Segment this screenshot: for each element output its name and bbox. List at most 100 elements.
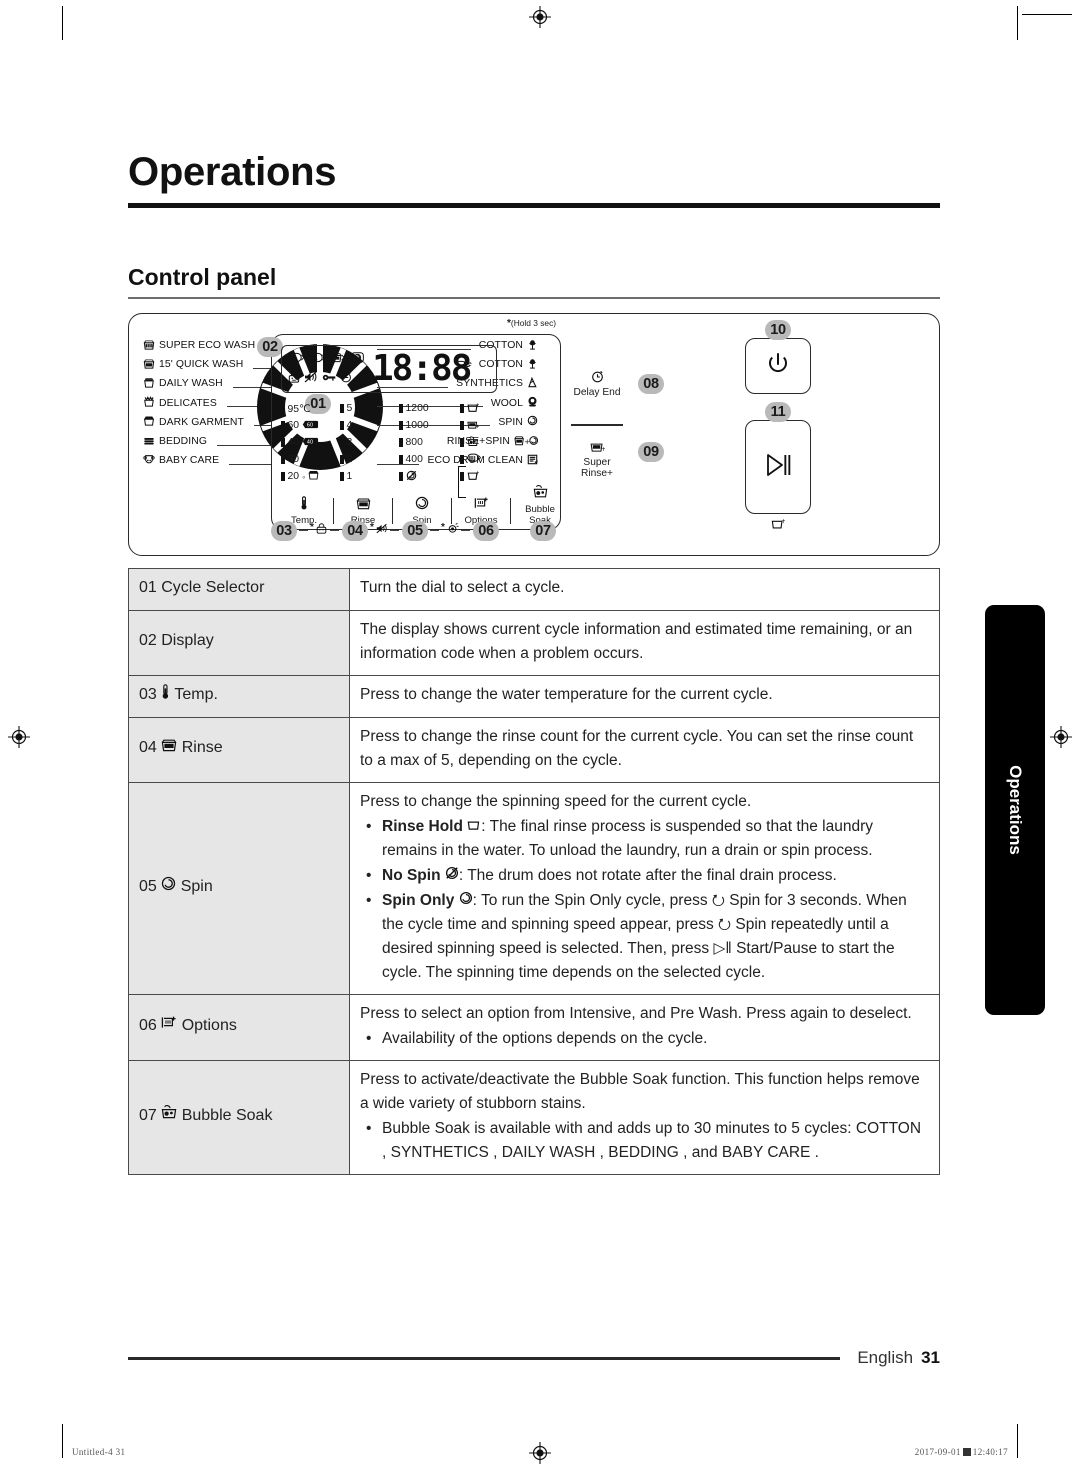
row-number: 05 [139,877,157,895]
table-row: 07 Bubble Soak Press to activate/deactiv… [128,1059,940,1175]
svg-text:+: + [475,423,479,429]
display-status-icons [288,350,364,388]
status-row: 20 ◦ [281,468,340,485]
spin-value: 400 [405,454,423,465]
status-row [460,434,519,451]
row-number: 01 [139,579,157,596]
crop-mark-tr-v [1017,6,1018,40]
list-item: No Spin : The drum does not rotate after… [360,864,929,888]
power-button[interactable] [745,338,811,394]
status-row: 1200 [399,400,460,417]
print-time: 12:40:17 [972,1447,1008,1457]
spin-icon [161,876,176,895]
indicator-bar [399,472,403,481]
rinse-column: 5 4 3 2 1 [340,400,399,485]
row-intro: Press to activate/deactivate the Bubble … [360,1070,920,1112]
bubble-soak-icon [513,485,567,503]
asterisk: * [441,522,445,533]
status-row: 1 [340,468,399,485]
callout-08: 08 [638,374,664,394]
row-intro: Press to change the water temperature fo… [360,685,773,703]
svg-text:60: 60 [307,422,313,428]
display-icon-row-bottom [288,370,364,388]
rinse-basket-icon [161,739,177,756]
row-desc-spin: Press to change the spinning speed for t… [349,781,940,995]
status-row: 1000 [399,417,460,434]
list-item: Availability of the options depends on t… [360,1027,929,1051]
child-lock-icon [288,370,300,388]
row-number: 04 [139,739,157,757]
manual-page: Operations Control panel SUPER ECO WASH … [0,0,1080,1476]
table-row: 06 Options Press to select an option fro… [128,993,940,1061]
status-row: 3 [340,434,399,451]
side-tab-label: Operations [1006,765,1025,855]
indicator-bar [281,404,285,413]
indicator-bar [340,472,344,481]
spin-value: 1000 [405,420,429,431]
callout-02: 02 [257,337,283,357]
bullet-term: Spin Only [382,891,455,909]
svg-text:40: 40 [307,439,313,445]
row-intro: Press to change the spinning speed for t… [360,792,752,810]
status-row: 30 [281,451,340,468]
svg-text:+: + [781,518,785,525]
row-intro: Press to select an option from Intensive… [360,1004,912,1022]
table-row: 04 Rinse Press to change the rinse count… [128,716,940,783]
thermometer-icon [161,684,170,703]
row-key-label: Bubble Soak [181,1106,273,1124]
registration-mark-right [1050,726,1072,748]
status-row: 95℃ [281,400,340,417]
status-row: 2 [340,451,399,468]
temp-value: 95℃ [287,403,311,415]
status-row [460,451,519,468]
display-digits: 18:88 [372,348,472,389]
rinse-hold-icon: + [467,402,480,416]
status-row: + [460,468,519,485]
hold-3-sec-note: *(Hold 3 sec) [507,318,556,329]
indicator-bar [460,421,464,430]
cycle-label-text: BEDDING [159,436,208,448]
title-underline [128,203,940,208]
start-pause-icon [763,452,793,483]
crop-mark-tl-v [62,6,63,40]
thermometer-icon [277,496,331,514]
callout-09: 09 [638,442,664,462]
options-icon [454,496,508,514]
indicator-bar [340,455,344,464]
options-column: + + + [460,400,519,485]
no-spin-icon [445,866,459,884]
spin-status-icon [351,350,364,368]
table-row: 01 Cycle Selector Turn the dial to selec… [128,568,940,611]
row-key-label: Display [161,632,214,650]
temp-value: 30 [287,454,300,465]
control-panel-diagram: SUPER ECO WASH 15' QUICK WASH DAILY WASH… [128,313,940,556]
callout-dash [299,530,308,532]
start-pause-button[interactable] [745,420,811,514]
row-number: 02 [139,632,157,650]
indicator-bar [281,472,285,481]
bubble-soak-button[interactable]: Bubble Soak [513,485,567,526]
spin-value: 800 [405,437,423,448]
cycle-label-text: BABY CARE [159,455,220,467]
indicator-bar [281,438,285,447]
display-icon-row-top [288,350,364,368]
key-lock-icon [322,370,336,388]
indicator-bar [399,404,403,413]
row-desc-rinse: Press to change the rinse count for the … [349,716,940,783]
no-spin-icon [406,470,417,484]
start-button-sub-icon: + [745,517,811,533]
table-row: 05 Spin Press to change the spinning spe… [128,781,940,995]
intensive-icon [466,453,481,466]
eco-60-icon: 60 [302,420,319,432]
rinse-value: 3 [346,437,353,448]
bedding-icon [143,435,155,449]
power-icon [765,351,791,382]
registration-mark-top [529,6,551,28]
callout-04: 04 [342,521,368,541]
cycle-label-text: 15' QUICK WASH [159,359,244,371]
temp-value: 20 [287,471,300,482]
status-row: + [460,417,519,434]
bubble-soak-icon [467,435,479,450]
row-number: 06 [139,1016,157,1034]
footer: English 31 [760,1348,940,1368]
